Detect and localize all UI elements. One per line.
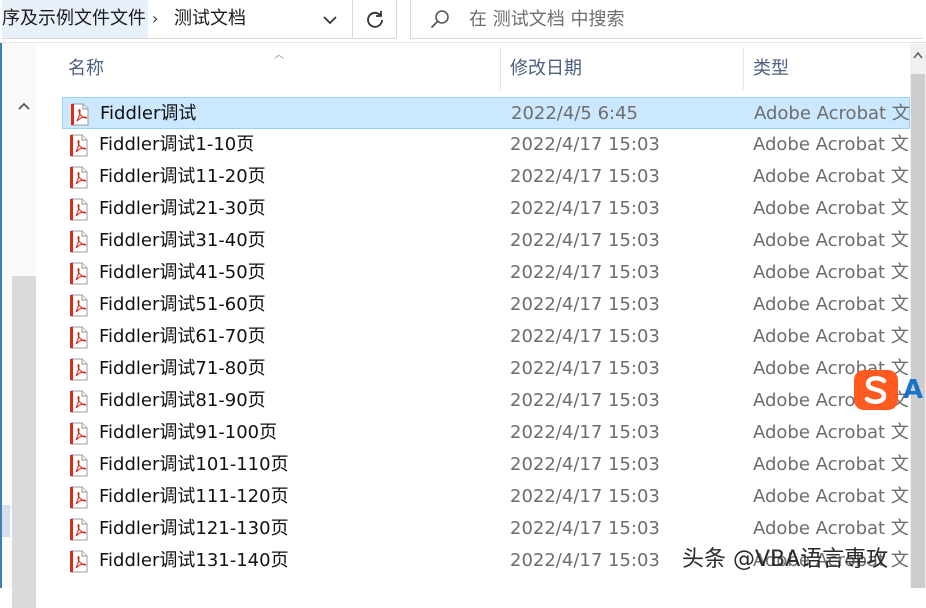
sort-ascending-icon: ︿ [274, 50, 284, 61]
file-name[interactable]: Fiddler调试41-50页 [99, 257, 266, 289]
file-name[interactable]: Fiddler调试11-20页 [99, 161, 266, 193]
file-row[interactable]: Fiddler调试31-40页 2022/4/17 15:03 Adobe Acro… [62, 225, 910, 257]
file-row[interactable]: Fiddler调试21-30页 2022/4/17 15:03 Adobe Acro… [62, 193, 910, 225]
file-modified-date: 2022/4/17 15:03 [510, 230, 660, 251]
file-type: Adobe Acrobat 文 [753, 294, 909, 315]
file-row[interactable]: Fiddler调试11-20页 2022/4/17 15:03 Adobe Acro… [62, 161, 910, 193]
pdf-file-icon [70, 198, 88, 221]
ime-mode-letter[interactable]: A [903, 368, 923, 412]
file-name[interactable]: Fiddler调试51-60页 [99, 289, 266, 321]
pdf-file-icon [70, 518, 88, 541]
file-modified-date: 2022/4/17 15:03 [510, 422, 660, 443]
chevron-right-icon[interactable]: › [152, 0, 158, 38]
file-modified-date: 2022/4/17 15:03 [510, 358, 660, 379]
address-toolbar: 序及示例文件文件 › 测试文档 [0, 0, 926, 43]
file-name[interactable]: Fiddler调试71-80页 [99, 353, 266, 385]
file-modified-date: 2022/4/17 15:03 [510, 550, 660, 571]
file-modified-date: 2022/4/17 15:03 [510, 390, 660, 411]
search-icon [430, 10, 449, 29]
navigation-selected-item[interactable] [2, 505, 10, 537]
file-row[interactable]: Fiddler调试61-70页 2022/4/17 15:03 Adobe Acro… [62, 321, 910, 353]
file-type: Adobe Acrobat 文 [753, 230, 909, 251]
file-row[interactable]: Fiddler调试1-10页 2022/4/17 15:03 Adobe Acrob… [62, 129, 910, 161]
pdf-file-icon [70, 454, 88, 477]
pdf-file-icon [70, 262, 88, 285]
breadcrumb-parent[interactable]: 序及示例文件文件 [2, 0, 148, 38]
column-header-date[interactable]: 修改日期 [510, 48, 582, 90]
file-type: Adobe Acrobat 文 [753, 198, 909, 219]
file-modified-date: 2022/4/17 15:03 [510, 134, 660, 155]
file-type: Adobe Acrobat 文 [753, 326, 909, 347]
refresh-button[interactable] [354, 0, 397, 39]
search-input[interactable] [469, 0, 909, 38]
file-modified-date: 2022/4/17 15:03 [510, 326, 660, 347]
scroll-up-arrow-icon[interactable] [18, 102, 30, 110]
source-watermark: 头条 @VBA语言専攻 [682, 547, 889, 572]
file-row[interactable]: Fiddler调试111-120页 2022/4/17 15:03 Adobe Ac… [62, 481, 910, 513]
pdf-file-icon [71, 103, 89, 126]
file-name[interactable]: Fiddler调试61-70页 [99, 321, 266, 353]
file-name[interactable]: Fiddler调试91-100页 [99, 417, 277, 449]
file-row[interactable]: Fiddler调试51-60页 2022/4/17 15:03 Adobe Acro… [62, 289, 910, 321]
file-type: Adobe Acrobat 文 [753, 134, 909, 155]
file-list-scrollbar[interactable] [910, 44, 926, 588]
file-modified-date: 2022/4/17 15:03 [510, 518, 660, 539]
file-type: Adobe Acrobat 文 [753, 454, 909, 475]
file-list: Fiddler调试 2022/4/5 6:45 Adobe Acrobat 文 Fid… [62, 97, 910, 588]
file-modified-date: 2022/4/17 15:03 [510, 454, 660, 475]
file-name[interactable]: Fiddler调试101-110页 [99, 449, 289, 481]
pdf-file-icon [70, 358, 88, 381]
file-name[interactable]: Fiddler调试131-140页 [99, 545, 289, 577]
file-modified-date: 2022/4/17 15:03 [510, 486, 660, 507]
breadcrumb-current[interactable]: 测试文档 [174, 0, 246, 38]
file-row[interactable]: Fiddler调试81-90页 2022/4/17 15:03 Adobe Acro… [62, 385, 910, 417]
refresh-icon [367, 11, 383, 28]
file-row[interactable]: Fiddler调试121-130页 2022/4/17 15:03 Adobe Ac… [62, 513, 910, 545]
column-divider[interactable] [743, 48, 744, 90]
file-type: Adobe Acrobat 文 [753, 422, 909, 443]
file-type: Adobe Acrobat 文 [753, 262, 909, 283]
file-modified-date: 2022/4/17 15:03 [510, 294, 660, 315]
file-row[interactable]: Fiddler调试41-50页 2022/4/17 15:03 Adobe Acro… [62, 257, 910, 289]
file-type: Adobe Acrobat 文 [753, 518, 909, 539]
pdf-file-icon [70, 166, 88, 189]
file-name[interactable]: Fiddler调试81-90页 [99, 385, 266, 417]
pdf-file-icon [70, 230, 88, 253]
column-header-type[interactable]: 类型 [753, 48, 789, 90]
pdf-file-icon [70, 486, 88, 509]
file-name[interactable]: Fiddler调试21-30页 [99, 193, 266, 225]
column-divider[interactable] [500, 48, 501, 90]
file-name[interactable]: Fiddler调试31-40页 [99, 225, 266, 257]
file-row[interactable]: Fiddler调试 2022/4/5 6:45 Adobe Acrobat 文 [62, 97, 910, 129]
file-list-scroll-thumb[interactable] [911, 74, 925, 588]
pdf-file-icon [70, 550, 88, 573]
breadcrumb-parent-label: 序及示例文件文件 [2, 8, 146, 29]
file-row[interactable]: Fiddler调试71-80页 2022/4/17 15:03 Adobe Acro… [62, 353, 910, 385]
pdf-file-icon [70, 294, 88, 317]
file-type: Adobe Acrobat 文 [753, 486, 909, 507]
pdf-file-icon [70, 326, 88, 349]
navigation-scroll-thumb[interactable] [12, 276, 36, 608]
address-bar[interactable]: 序及示例文件文件 › 测试文档 [2, 0, 353, 39]
file-name[interactable]: Fiddler调试121-130页 [99, 513, 289, 545]
file-modified-date: 2022/4/17 15:03 [510, 166, 660, 187]
file-modified-date: 2022/4/5 6:45 [511, 103, 638, 124]
column-header-name[interactable]: 名称 [68, 48, 104, 90]
file-type: Adobe Acrobat 文 [753, 166, 909, 187]
pdf-file-icon [70, 134, 88, 157]
file-row[interactable]: Fiddler调试91-100页 2022/4/17 15:03 Adobe Acr… [62, 417, 910, 449]
file-name[interactable]: Fiddler调试1-10页 [99, 129, 254, 161]
file-name[interactable]: Fiddler调试111-120页 [99, 481, 289, 513]
file-modified-date: 2022/4/17 15:03 [510, 198, 660, 219]
file-name[interactable]: Fiddler调试 [100, 98, 196, 130]
search-box[interactable] [410, 0, 923, 39]
pdf-file-icon [70, 390, 88, 413]
file-modified-date: 2022/4/17 15:03 [510, 262, 660, 283]
sogou-ime-icon[interactable] [852, 368, 900, 412]
file-type: Adobe Acrobat 文 [754, 103, 910, 124]
chevron-down-icon[interactable] [320, 10, 340, 30]
scroll-up-arrow-icon[interactable] [913, 51, 923, 59]
file-row[interactable]: Fiddler调试101-110页 2022/4/17 15:03 Adobe Ac… [62, 449, 910, 481]
pdf-file-icon [70, 422, 88, 445]
